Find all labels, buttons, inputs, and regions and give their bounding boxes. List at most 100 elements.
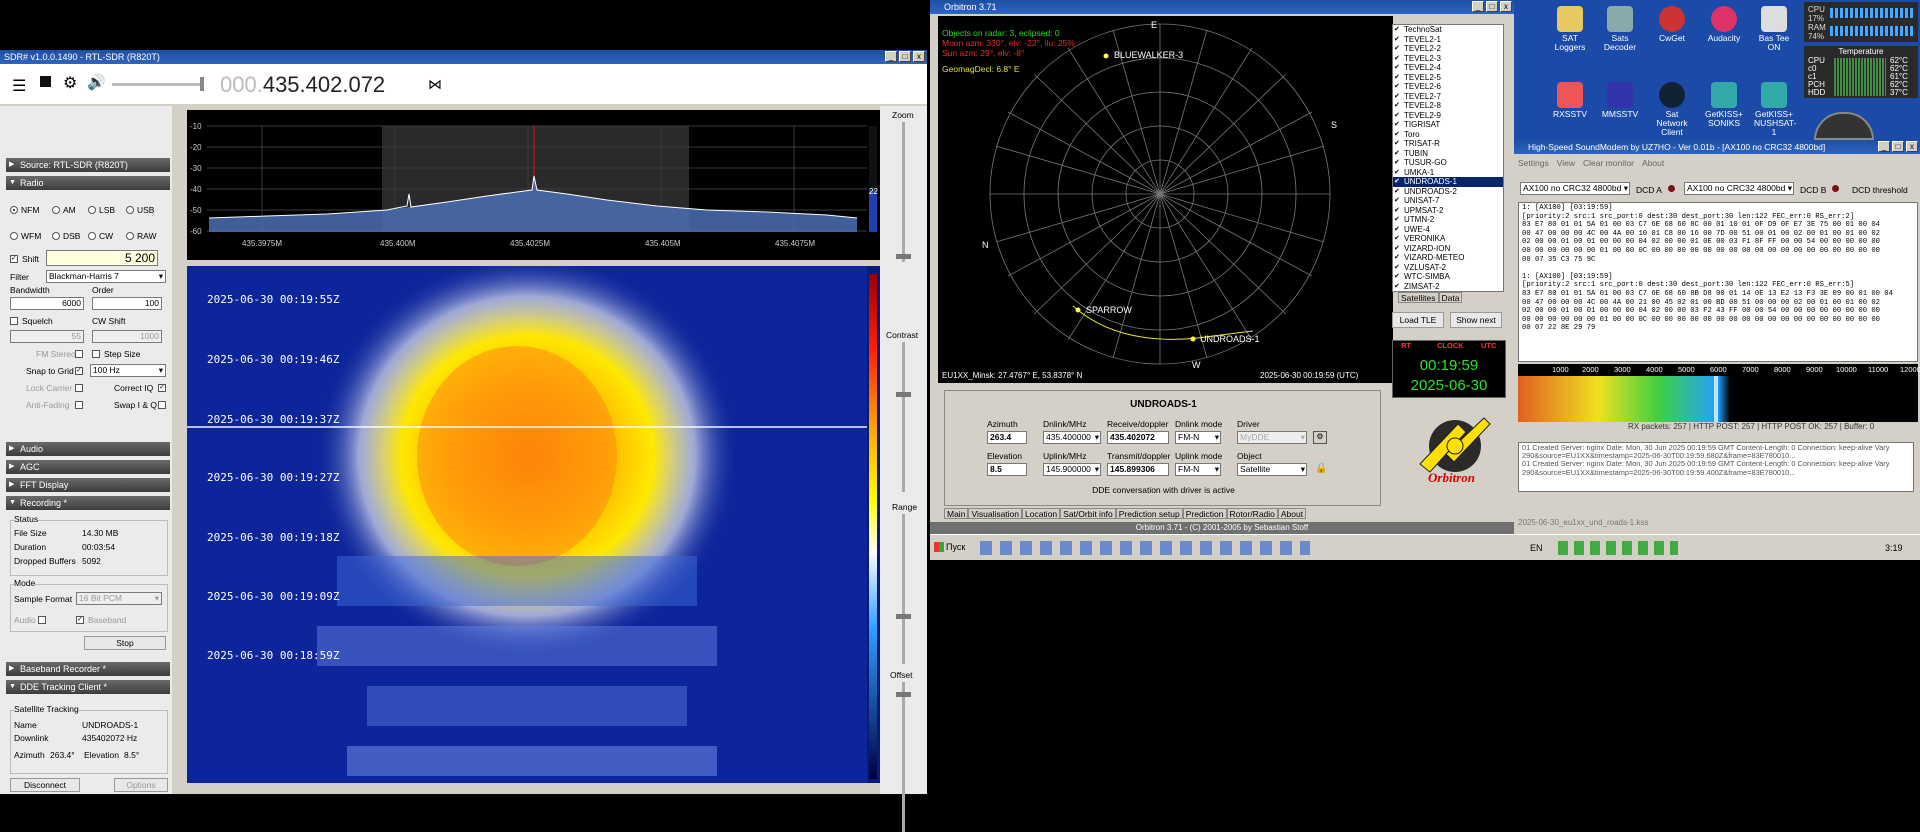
tab-main[interactable]: Main bbox=[944, 508, 969, 519]
tray-icons[interactable] bbox=[1558, 541, 1678, 555]
section-dde-tracking[interactable]: DDE Tracking Client * bbox=[6, 680, 170, 694]
quicklaunch-icons[interactable] bbox=[980, 541, 1310, 555]
tab-about[interactable]: About bbox=[1277, 508, 1307, 519]
cwshift-input[interactable]: 1000 bbox=[92, 330, 162, 343]
upmode-select[interactable]: FM-N ▾ bbox=[1175, 463, 1221, 476]
tab-rotor-radio[interactable]: Rotor/Radio bbox=[1226, 508, 1278, 519]
mode-usb-radio[interactable] bbox=[126, 206, 134, 214]
list-item[interactable]: UTMN-2 bbox=[1393, 215, 1503, 225]
lock-carrier-checkbox[interactable] bbox=[75, 384, 83, 392]
list-item[interactable]: TRISAT-R bbox=[1393, 139, 1503, 149]
squelch-input[interactable]: 55 bbox=[10, 330, 84, 343]
modem-b-select[interactable]: AX100 no CRC32 4800bd ▾ bbox=[1684, 182, 1794, 195]
load-tle-button[interactable]: Load TLE bbox=[1392, 312, 1444, 328]
language-indicator[interactable]: EN bbox=[1530, 543, 1543, 553]
offset-slider[interactable] bbox=[896, 682, 911, 832]
stop-icon[interactable] bbox=[40, 76, 51, 87]
list-item[interactable]: UNISAT-7 bbox=[1393, 196, 1503, 206]
step-size-checkbox[interactable] bbox=[92, 350, 100, 358]
list-item-selected[interactable]: UNDROADS-1 bbox=[1393, 177, 1503, 187]
correct-iq-checkbox[interactable]: ✓ bbox=[158, 384, 166, 392]
clock-tab-clock[interactable]: CLOCK bbox=[1437, 341, 1464, 350]
section-fft[interactable]: FFT Display bbox=[6, 478, 170, 492]
list-item[interactable]: UPMSAT-2 bbox=[1393, 206, 1503, 216]
sample-format-select[interactable]: 16 Bit PCM ▾ bbox=[76, 592, 162, 605]
list-item[interactable]: TUSUR-GO bbox=[1393, 158, 1503, 168]
desktop-icon[interactable]: GetKISS+ NUSHSAT-1 bbox=[1754, 82, 1796, 137]
maximize-icon[interactable]: □ bbox=[1486, 1, 1498, 12]
orbitron-titlebar[interactable]: Orbitron 3.71 _ □ x bbox=[930, 0, 1514, 14]
order-input[interactable]: 100 bbox=[92, 297, 162, 310]
menu-about[interactable]: About bbox=[1642, 158, 1664, 168]
list-item[interactable]: Toro bbox=[1393, 130, 1503, 140]
filter-select[interactable]: Blackman-Harris 7 ▾ bbox=[46, 270, 166, 283]
list-item[interactable]: VZLUSAT-2 bbox=[1393, 263, 1503, 273]
section-audio[interactable]: Audio bbox=[6, 442, 170, 456]
dnlink-select[interactable]: 435.400000 ▾ bbox=[1043, 431, 1101, 444]
mode-am-radio[interactable] bbox=[52, 206, 60, 214]
desktop-icon[interactable]: RXSSTV bbox=[1550, 82, 1590, 119]
contrast-slider[interactable] bbox=[896, 342, 911, 492]
driver-select[interactable]: MyDDE ▾ bbox=[1237, 431, 1307, 444]
list-item[interactable]: TIGRISAT bbox=[1393, 120, 1503, 130]
object-select[interactable]: Satellite ▾ bbox=[1237, 463, 1307, 476]
minimize-icon[interactable]: _ bbox=[1878, 141, 1890, 152]
tab-location[interactable]: Location bbox=[1022, 508, 1061, 519]
zoom-slider[interactable] bbox=[896, 122, 911, 262]
driver-settings-icon[interactable]: ⚙ bbox=[1313, 431, 1327, 444]
swap-iq-checkbox[interactable] bbox=[158, 401, 166, 409]
lock-icon[interactable]: 🔒 bbox=[1315, 463, 1327, 474]
minimize-icon[interactable]: _ bbox=[885, 51, 897, 62]
section-baseband-recorder[interactable]: Baseband Recorder * bbox=[6, 662, 170, 676]
list-item[interactable]: ZIMSAT-2 bbox=[1393, 282, 1503, 292]
list-item[interactable]: TEVEL2-9 bbox=[1393, 111, 1503, 121]
clock-tab-utc[interactable]: UTC bbox=[1481, 341, 1496, 350]
list-item[interactable]: TUBIN bbox=[1393, 149, 1503, 159]
fm-stereo-checkbox[interactable] bbox=[75, 350, 83, 358]
stop-recording-button[interactable]: Stop bbox=[84, 636, 166, 650]
waterfall-display[interactable]: 2025-06-30 00:19:55Z 2025-06-30 00:19:46… bbox=[187, 266, 880, 783]
options-button[interactable]: Options bbox=[114, 778, 168, 792]
anti-fading-checkbox[interactable] bbox=[75, 401, 83, 409]
list-item[interactable]: TEVEL2-8 bbox=[1393, 101, 1503, 111]
http-post-log[interactable]: 01 Created Server: nginx Date: Mon, 30 J… bbox=[1518, 442, 1914, 492]
list-item[interactable]: VIZARD-ION bbox=[1393, 244, 1503, 254]
modem-monitor-log[interactable]: 1: [AX100] [03:19:59] [priority:2 src:1 … bbox=[1518, 202, 1918, 362]
mode-nfm-radio[interactable] bbox=[10, 206, 18, 214]
maximize-icon[interactable]: □ bbox=[1892, 141, 1904, 152]
list-item[interactable]: UWE-4 bbox=[1393, 225, 1503, 235]
frequency-display[interactable]: 000.435.402.072 bbox=[220, 72, 385, 98]
tab-data[interactable]: Data bbox=[1438, 292, 1463, 303]
list-item[interactable]: TEVEL2-6 bbox=[1393, 82, 1503, 92]
desktop-icon[interactable]: Sat Network Client bbox=[1652, 82, 1692, 137]
satellite-list[interactable]: TechnoSat TEVEL2-1 TEVEL2-2 TEVEL2-3 TEV… bbox=[1392, 24, 1504, 292]
snap-select[interactable]: 100 Hz ▾ bbox=[90, 364, 166, 377]
mode-raw-radio[interactable] bbox=[126, 232, 134, 240]
snap-checkbox[interactable]: ✓ bbox=[75, 367, 83, 375]
show-next-button[interactable]: Show next bbox=[1450, 312, 1502, 328]
speaker-icon[interactable]: 🔊 bbox=[87, 73, 106, 91]
desktop-icon[interactable]: Audacity bbox=[1704, 6, 1744, 43]
menu-settings[interactable]: Settings bbox=[1518, 158, 1549, 168]
desktop-icon[interactable]: CwGet bbox=[1652, 6, 1692, 43]
list-item[interactable]: UNDROADS-2 bbox=[1393, 187, 1503, 197]
close-icon[interactable]: x bbox=[1500, 1, 1512, 12]
list-item[interactable]: TEVEL2-1 bbox=[1393, 35, 1503, 45]
section-source[interactable]: Source: RTL-SDR (R820T) bbox=[6, 158, 170, 172]
sdr-titlebar[interactable]: SDR# v1.0.0.1490 - RTL-SDR (R820T) _ □ x bbox=[0, 50, 927, 64]
tab-prediction-setup[interactable]: Prediction setup bbox=[1115, 508, 1183, 519]
range-slider[interactable] bbox=[896, 514, 911, 664]
list-item[interactable]: TEVEL2-5 bbox=[1393, 73, 1503, 83]
mode-lsb-radio[interactable] bbox=[88, 206, 96, 214]
start-button[interactable]: Пуск bbox=[932, 539, 976, 555]
desktop-icon[interactable]: Bas Tee ON bbox=[1754, 6, 1794, 52]
close-icon[interactable]: x bbox=[1906, 141, 1918, 152]
list-item[interactable]: TEVEL2-7 bbox=[1393, 92, 1503, 102]
taskbar-clock[interactable]: 3:19 bbox=[1885, 543, 1903, 553]
tab-sat-orbit-info[interactable]: Sat/Orbit info bbox=[1060, 508, 1116, 519]
list-item[interactable]: VERONIKA bbox=[1393, 234, 1503, 244]
modem-a-select[interactable]: AX100 no CRC32 4800bd ▾ bbox=[1520, 182, 1630, 195]
mode-dsb-radio[interactable] bbox=[52, 232, 60, 240]
dnmode-select[interactable]: FM-N ▾ bbox=[1175, 431, 1221, 444]
mode-wfm-radio[interactable] bbox=[10, 232, 18, 240]
